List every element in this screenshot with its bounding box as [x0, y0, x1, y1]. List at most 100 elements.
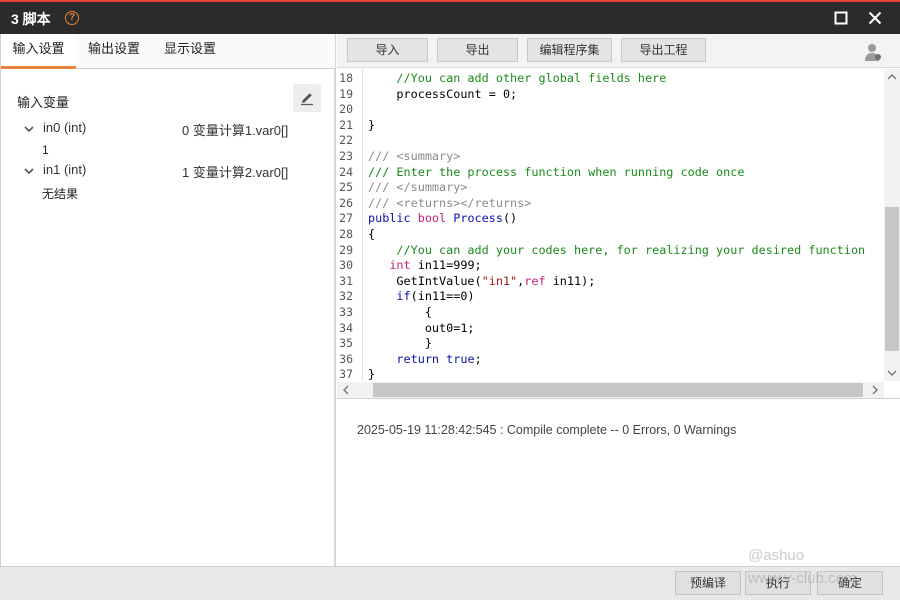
code-line[interactable]: { [368, 304, 432, 320]
export-button[interactable]: 导出 [437, 38, 518, 62]
code-token: } [368, 117, 376, 132]
edit-assembly-button[interactable]: 编辑程序集 [527, 38, 612, 62]
chevron-right-icon[interactable] [868, 383, 882, 397]
code-line[interactable]: return true; [368, 351, 482, 367]
code-line[interactable]: /// <returns></returns> [368, 195, 531, 211]
code-line[interactable]: } [368, 335, 432, 351]
line-number: 32 [339, 289, 353, 304]
vertical-scroll-thumb[interactable] [885, 207, 899, 351]
code-token: bool [417, 211, 454, 226]
compile-log-message: 2025-05-19 11:28:42:545 : Compile comple… [357, 423, 737, 437]
line-number: 37 [339, 367, 353, 382]
variable-value: 无结果 [42, 187, 79, 201]
variable-name: in1 (int) [43, 162, 87, 177]
maximize-icon[interactable] [833, 10, 849, 26]
code-line[interactable]: int in11=999; [368, 257, 482, 273]
horizontal-scroll-thumb[interactable] [373, 383, 863, 397]
horizontal-scrollbar[interactable] [337, 382, 884, 398]
code-token: in11); [552, 273, 596, 288]
code-token: { [368, 227, 376, 241]
line-number: 20 [339, 102, 353, 117]
close-icon[interactable] [867, 10, 883, 26]
code-token: (in11==0) [410, 289, 475, 304]
line-number: 28 [339, 227, 353, 241]
code-token: GetIntValue( [368, 273, 482, 288]
user-settings-icon[interactable] [863, 42, 883, 62]
line-number: 31 [339, 273, 353, 288]
chevron-up-icon[interactable] [885, 70, 899, 84]
settings-tabs: 输入设置 输出设置 显示设置 [1, 34, 335, 69]
variable-name: in0 (int) [43, 120, 87, 135]
line-number: 18 [339, 71, 353, 85]
input-settings-panel: 输入设置 输出设置 显示设置 输入变量 in0 (int) 0 变量计算1.va… [0, 34, 336, 566]
code-line[interactable]: /// Enter the process function when runn… [368, 164, 744, 180]
tab-input-settings[interactable]: 输入设置 [1, 34, 76, 69]
tab-display-settings[interactable]: 显示设置 [155, 34, 225, 69]
variable-row-in0[interactable]: in0 (int) 0 变量计算1.var0[] [23, 120, 323, 138]
title-bar: 3 脚本 ? [0, 2, 900, 34]
chevron-down-icon[interactable] [23, 162, 35, 180]
line-number-gutter: 18 19 20 21 22 23 24 25 26 27 28 29 30 31 32 33 34 35 36 37 [337, 69, 363, 381]
editor-toolbar: 导入 导出 编辑程序集 导出工程 [337, 34, 900, 68]
code-token: } [368, 367, 376, 382]
code-line[interactable]: } [368, 117, 375, 133]
line-number: 27 [339, 211, 353, 226]
code-token: in11=999; [417, 258, 482, 273]
variable-row-in1[interactable]: in1 (int) 1 变量计算2.var0[] [23, 162, 323, 180]
code-token: "in1" [481, 273, 518, 288]
line-number: 26 [339, 195, 353, 210]
line-number: 21 [339, 117, 353, 132]
edit-variables-button[interactable] [293, 84, 321, 112]
precompile-button[interactable]: 预编译 [675, 571, 741, 595]
line-number: 30 [339, 258, 353, 273]
import-button[interactable]: 导入 [347, 38, 428, 62]
code-token: processCount = 0; [368, 86, 518, 101]
code-token: /// <returns></returns> [368, 195, 532, 210]
code-line[interactable]: //You can add your codes here, for reali… [368, 242, 865, 258]
window-title: 3 脚本 [11, 11, 51, 27]
code-token: //You can add other global fields here [368, 71, 667, 85]
chevron-left-icon[interactable] [339, 383, 353, 397]
code-token: () [502, 211, 518, 226]
compile-output: 2025-05-19 11:28:42:545 : Compile comple… [337, 401, 900, 566]
code-line[interactable]: public bool Process() [368, 210, 517, 226]
chevron-down-icon[interactable] [885, 366, 899, 380]
help-circle-icon[interactable]: ? [65, 11, 79, 25]
code-token: true [446, 351, 475, 366]
watermark-site: www.v-club.com [748, 570, 857, 587]
variable-value: 1 [42, 143, 49, 157]
code-token: return [396, 351, 447, 366]
line-number: 33 [339, 305, 353, 319]
code-token: out0=1; [368, 320, 475, 335]
code-line[interactable]: /// </summary> [368, 179, 467, 195]
line-number: 23 [339, 149, 353, 163]
line-number: 29 [339, 242, 353, 257]
line-number: 34 [339, 320, 353, 335]
export-project-button[interactable]: 导出工程 [621, 38, 706, 62]
line-number: 19 [339, 86, 353, 101]
code-line[interactable]: out0=1; [368, 320, 475, 336]
code-token: } [368, 336, 432, 351]
code-line[interactable]: { [368, 226, 375, 242]
code-line[interactable]: } [368, 366, 375, 382]
variable-source: 1 变量计算2.var0[] [182, 165, 289, 180]
script-editor-panel: 导入 导出 编辑程序集 导出工程 18 19 20 21 22 23 24 25 26 27 28 2… [337, 34, 900, 566]
code-line[interactable]: processCount = 0; [368, 86, 517, 102]
code-token: { [368, 305, 432, 319]
code-line[interactable]: GetIntValue("in1",ref in11); [368, 273, 595, 289]
code-line[interactable]: //You can add other global fields here [368, 70, 666, 86]
tab-output-settings[interactable]: 输出设置 [79, 34, 149, 69]
line-number: 35 [339, 336, 353, 351]
code-editor[interactable]: 18 19 20 21 22 23 24 25 26 27 28 29 30 31 32 33 34 35 36 37… [337, 69, 900, 399]
code-token: ; [474, 351, 482, 366]
variable-source: 0 变量计算1.var0[] [182, 123, 289, 138]
code-token: /// Enter the process function when runn… [368, 164, 745, 179]
code-line[interactable]: if(in11==0) [368, 288, 475, 304]
line-number: 25 [339, 180, 353, 195]
chevron-down-icon[interactable] [23, 120, 35, 138]
code-token: if [396, 289, 411, 304]
line-number: 36 [339, 351, 353, 366]
vertical-scrollbar[interactable] [884, 69, 900, 381]
code-line[interactable]: /// <summary> [368, 148, 460, 164]
